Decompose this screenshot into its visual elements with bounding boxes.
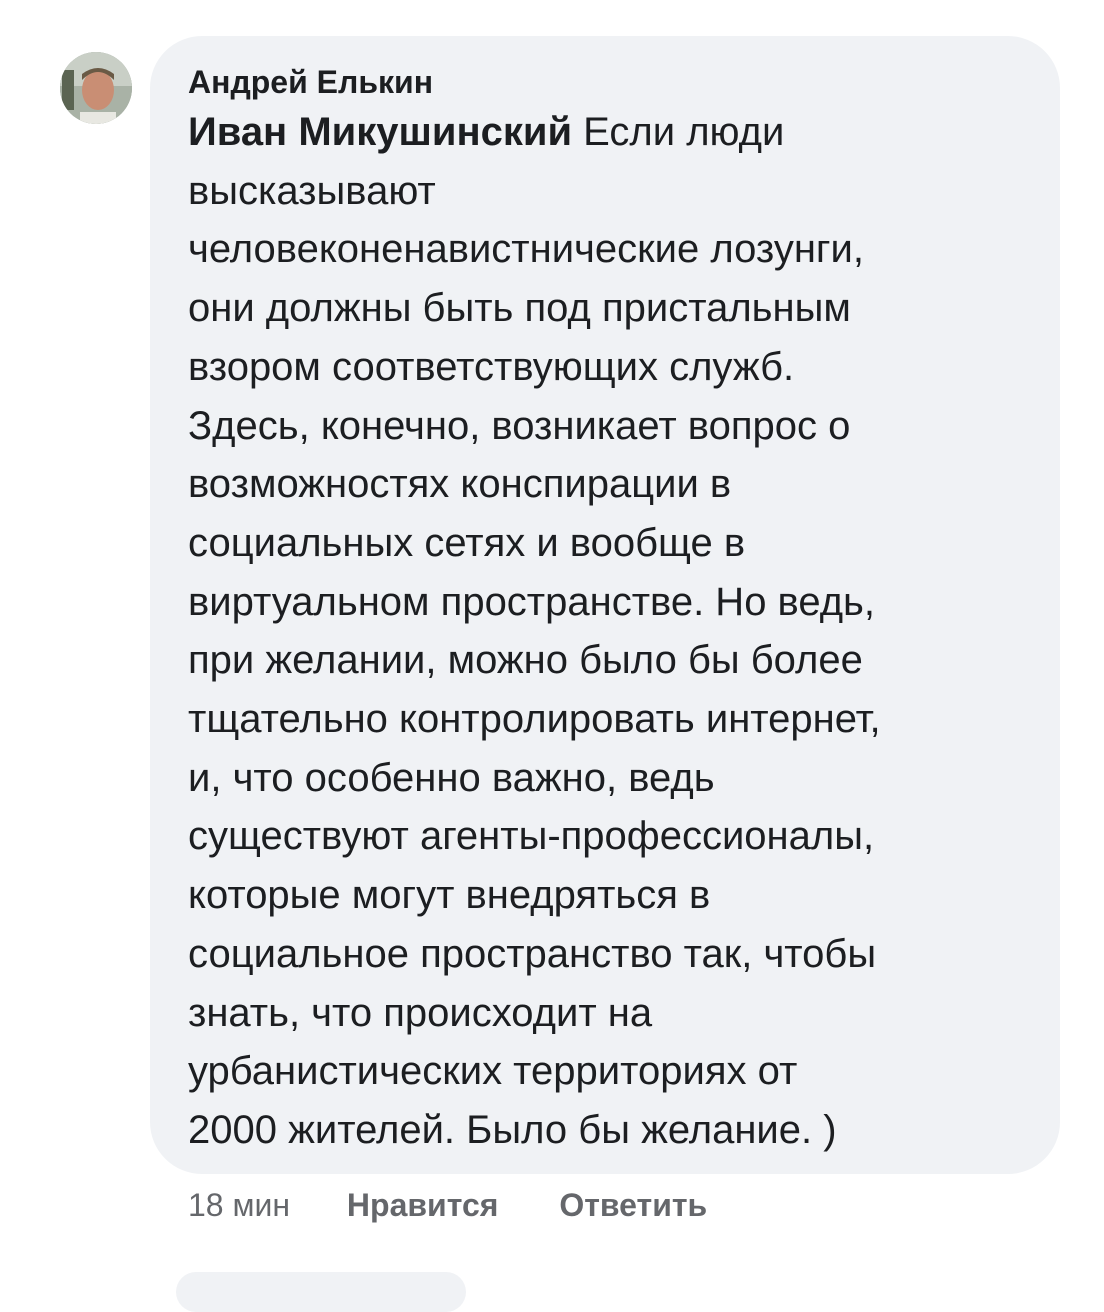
comment-line: социальных сетях и вообще в [188,520,746,565]
comment-line: они должны быть под пристальным [188,286,851,331]
comment-actions: 18 мин Нравится Ответить [188,1183,707,1227]
comment-line: урбанистических территориях от [188,1049,798,1094]
comment-line: Здесь, конечно, возникает вопрос о [188,403,851,448]
comment-body: Иван Микушинский Если люди высказывают ч… [188,103,1030,1160]
comment-line: возможностях конспирации в [188,462,732,507]
next-comment-bubble [176,1272,466,1312]
comment-line: социальное пространство так, чтобы [188,931,877,976]
comment-line: высказывают [188,168,436,213]
comment-timestamp[interactable]: 18 мин [188,1183,290,1227]
comment-line: при желании, можно было бы более [188,638,863,683]
comment-line: и, что особенно важно, ведь [188,755,715,800]
like-button[interactable]: Нравится [347,1183,499,1227]
comment-line: 2000 жителей. Было бы желание. ) [188,1107,837,1152]
avatar-photo [60,52,132,124]
comment-line: знать, что происходит на [188,990,653,1035]
comment-first-line-text: Если люди [572,110,785,154]
comment-line: которые могут внедряться в [188,873,711,918]
comment-line: человеконенавистнические лозунги, [188,227,864,272]
comment-line: взором соответствующих служб. [188,344,795,389]
reply-button[interactable]: Ответить [559,1183,707,1227]
comment-author-name[interactable]: Андрей Елькин [188,62,1030,102]
comment-bubble: Андрей Елькин Иван Микушинский Если люди… [150,36,1060,1174]
comment-line: виртуальном пространстве. Но ведь, [188,579,876,624]
author-avatar[interactable] [60,52,132,124]
mentioned-user-link[interactable]: Иван Микушинский [188,110,572,154]
comment-line: существуют агенты-профессионалы, [188,814,875,859]
comment-line: тщательно контролировать интернет, [188,697,881,742]
comment-first-line: Иван Микушинский Если люди [188,103,1030,162]
